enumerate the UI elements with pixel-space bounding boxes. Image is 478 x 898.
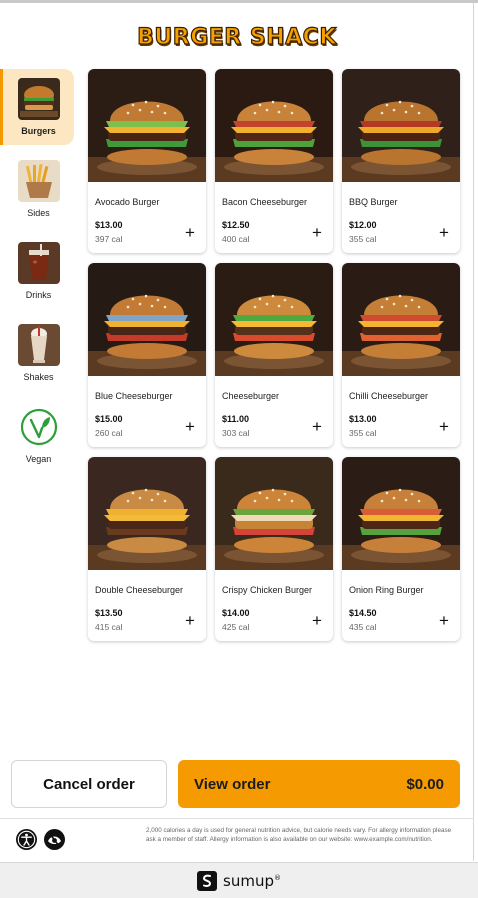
product-calories: 435 cal: [349, 622, 377, 632]
category-label: Drinks: [25, 290, 52, 300]
nutrition-note: 2,000 calories a day is used for general…: [146, 827, 452, 843]
product-card[interactable]: Double Cheeseburger $13.50 415 cal +: [88, 457, 206, 641]
drink-icon: [17, 242, 60, 284]
product-price: $15.00: [95, 414, 123, 424]
product-price: $12.50: [222, 220, 250, 230]
product-name: Double Cheeseburger: [95, 585, 184, 595]
add-to-order-button[interactable]: +: [436, 612, 452, 629]
view-order-label: View order: [194, 775, 271, 793]
add-to-order-button[interactable]: +: [309, 418, 325, 435]
product-calories: 260 cal: [95, 428, 123, 438]
view-order-button[interactable]: View order $0.00: [178, 760, 460, 808]
product-card[interactable]: Cheeseburger $11.00 303 cal +: [215, 263, 333, 447]
burger-icon: [17, 78, 60, 120]
product-calories: 400 cal: [222, 234, 250, 244]
category-sides[interactable]: Sides: [0, 151, 74, 227]
product-calories: 303 cal: [222, 428, 250, 438]
shake-icon: [17, 324, 60, 366]
product-name: Chilli Cheeseburger: [349, 391, 429, 401]
product-card[interactable]: Avocado Burger $13.00 397 cal +: [88, 69, 206, 253]
product-card[interactable]: Blue Cheeseburger $15.00 260 cal +: [88, 263, 206, 447]
product-calories: 355 cal: [349, 428, 377, 438]
product-calories: 415 cal: [95, 622, 123, 632]
product-name: Onion Ring Burger: [349, 585, 424, 595]
kiosk-screen: BURGER SHACK Burgers Sides Drinks Shakes…: [0, 3, 474, 861]
product-image: [342, 263, 460, 376]
add-to-order-button[interactable]: +: [182, 224, 198, 241]
sumup-logo-icon: [197, 870, 218, 891]
sumup-brand-text: sumup®: [223, 871, 281, 890]
add-to-order-button[interactable]: +: [182, 612, 198, 629]
product-image: [342, 69, 460, 182]
product-image: [342, 457, 460, 570]
product-card[interactable]: Chilli Cheeseburger $13.00 355 cal +: [342, 263, 460, 447]
category-label: Sides: [27, 208, 50, 218]
product-image: [88, 69, 206, 182]
vegan-leaf-icon: [18, 406, 60, 448]
product-price: $14.00: [222, 608, 250, 618]
product-name: Crispy Chicken Burger: [222, 585, 313, 595]
brand-title: BURGER SHACK: [137, 24, 337, 50]
divider: [0, 818, 474, 819]
product-name: BBQ Burger: [349, 197, 398, 207]
order-total: $0.00: [406, 775, 444, 793]
category-sidebar: Burgers Sides Drinks Shakes Vegan: [0, 69, 76, 479]
category-drinks[interactable]: Drinks: [0, 233, 74, 309]
product-image: [215, 263, 333, 376]
product-card[interactable]: Onion Ring Burger $14.50 435 cal +: [342, 457, 460, 641]
accessibility-icon[interactable]: [16, 829, 37, 850]
product-card[interactable]: Crispy Chicken Burger $14.00 425 cal +: [215, 457, 333, 641]
product-card[interactable]: Bacon Cheeseburger $12.50 400 cal +: [215, 69, 333, 253]
add-to-order-button[interactable]: +: [436, 418, 452, 435]
category-label: Vegan: [25, 454, 52, 464]
add-to-order-button[interactable]: +: [309, 612, 325, 629]
cancel-order-label: Cancel order: [43, 775, 135, 793]
product-image: [215, 457, 333, 570]
product-price: $13.00: [95, 220, 123, 230]
cancel-order-button[interactable]: Cancel order: [11, 760, 167, 808]
product-card[interactable]: BBQ Burger $12.00 355 cal +: [342, 69, 460, 253]
category-shakes[interactable]: Shakes: [0, 315, 74, 391]
product-image: [215, 69, 333, 182]
fries-icon: [17, 160, 60, 202]
add-to-order-button[interactable]: +: [436, 224, 452, 241]
product-name: Avocado Burger: [95, 197, 160, 207]
product-calories: 397 cal: [95, 234, 123, 244]
product-price: $11.00: [222, 414, 250, 424]
product-name: Cheeseburger: [222, 391, 280, 401]
product-image: [88, 457, 206, 570]
product-price: $14.50: [349, 608, 377, 618]
product-price: $13.50: [95, 608, 123, 618]
category-vegan[interactable]: Vegan: [0, 397, 74, 473]
category-burgers[interactable]: Burgers: [0, 69, 74, 145]
product-calories: 355 cal: [349, 234, 377, 244]
category-label: Burgers: [21, 126, 56, 136]
footer-bar: sumup®: [0, 862, 478, 898]
product-price: $12.00: [349, 220, 377, 230]
add-to-order-button[interactable]: +: [309, 224, 325, 241]
product-name: Blue Cheeseburger: [95, 391, 173, 401]
product-calories: 425 cal: [222, 622, 250, 632]
product-name: Bacon Cheeseburger: [222, 197, 308, 207]
product-price: $13.00: [349, 414, 377, 424]
add-to-order-button[interactable]: +: [182, 418, 198, 435]
category-label: Shakes: [23, 372, 54, 382]
low-vision-icon[interactable]: [44, 829, 65, 850]
product-grid: Avocado Burger $13.00 397 cal + Bacon Cheese…: [88, 69, 462, 641]
product-image: [88, 263, 206, 376]
